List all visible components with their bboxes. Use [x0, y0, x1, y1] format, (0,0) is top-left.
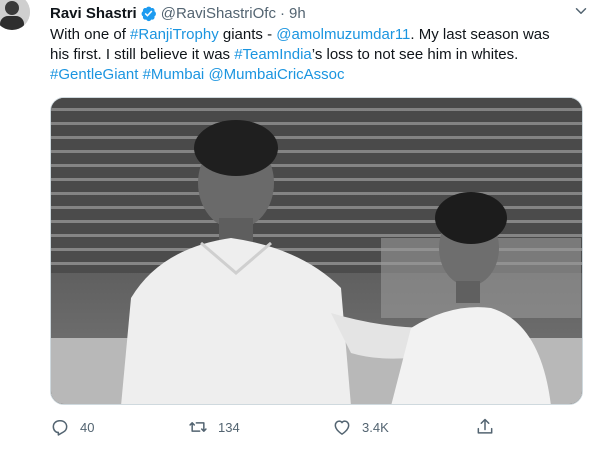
verified-badge-icon [140, 5, 157, 22]
hashtag-link[interactable]: #TeamIndia [234, 46, 312, 63]
hashtag-link[interactable]: #Mumbai [143, 66, 205, 83]
like-count: 3.4K [362, 419, 389, 435]
reply-count: 40 [80, 419, 95, 435]
retweet-button[interactable]: 134 [188, 412, 240, 442]
tweet-actions: 40 134 3.4K [50, 412, 550, 442]
separator-dot: · [279, 4, 285, 22]
text-segment: ’s loss to not see him in whites. [311, 46, 519, 63]
share-icon [477, 418, 493, 434]
author-name[interactable]: Ravi Shastri [50, 5, 137, 22]
text-segment: With one of [50, 26, 131, 43]
hashtag-link[interactable]: #RanjiTrophy [130, 26, 219, 43]
reply-icon [52, 420, 68, 436]
tweet-text-line: With one of #RanjiTrophy giants - @amolm… [50, 25, 580, 45]
hashtag-link[interactable]: #GentleGiant [50, 66, 138, 83]
tweet-text: With one of #RanjiTrophy giants - @amolm… [50, 25, 580, 85]
tweet-header: Ravi Shastri @RaviShastriOfc · 9h [50, 3, 306, 23]
tweet-text-line: #GentleGiant #Mumbai @MumbaiCricAssoc [50, 65, 580, 85]
reply-button[interactable]: 40 [50, 412, 94, 442]
heart-icon [334, 420, 350, 435]
text-segment: giants - [218, 26, 277, 43]
text-segment: . My last season was [410, 26, 550, 43]
tweet-time[interactable]: 9h [289, 5, 306, 22]
tweet-photo[interactable] [50, 97, 583, 405]
avatar[interactable] [0, 0, 30, 30]
tweet: Ravi Shastri @RaviShastriOfc · 9h With o… [0, 0, 600, 450]
text-segment: his first. I still believe it was [50, 46, 235, 63]
mention-link[interactable]: @amolmuzumdar11 [276, 26, 410, 43]
chevron-down-icon[interactable] [572, 2, 590, 20]
retweet-count: 134 [218, 419, 240, 435]
like-button[interactable]: 3.4K [332, 412, 389, 442]
tweet-text-line: his first. I still believe it was #TeamI… [50, 45, 580, 65]
mention-link[interactable]: @MumbaiCricAssoc [208, 66, 344, 83]
author-handle[interactable]: @RaviShastriOfc [161, 5, 276, 22]
retweet-icon [189, 422, 207, 432]
share-button[interactable] [475, 412, 495, 442]
